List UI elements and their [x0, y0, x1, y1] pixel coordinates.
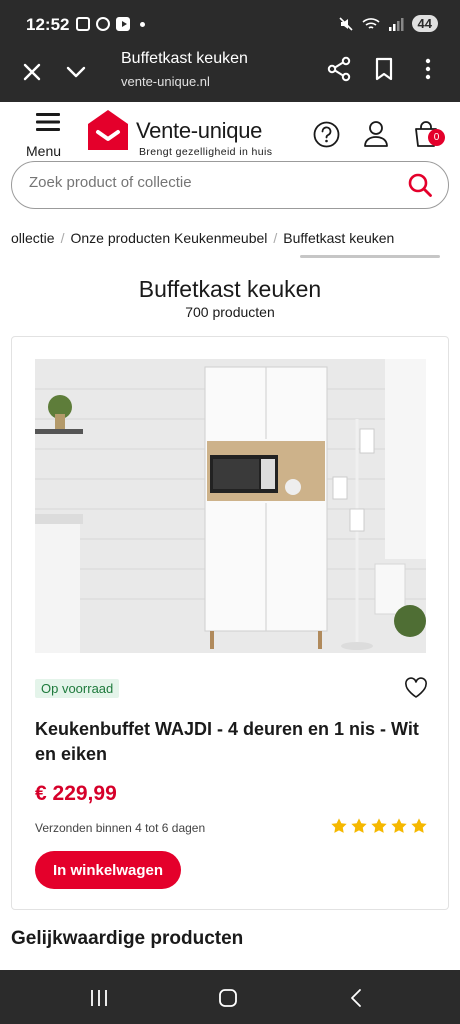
back-icon[interactable]: [349, 988, 363, 1008]
more-notifications-icon: [140, 21, 145, 27]
battery-level: 44: [411, 15, 438, 32]
share-icon[interactable]: [327, 56, 351, 82]
product-image[interactable]: [35, 359, 426, 653]
home-icon[interactable]: [218, 988, 238, 1008]
breadcrumb-separator: /: [273, 230, 278, 246]
screenshot-icon: [76, 17, 90, 31]
wifi-icon: [361, 17, 380, 29]
delivery-info: Verzonden binnen 4 tot 6 dagen: [35, 821, 206, 835]
breadcrumb-separator: /: [60, 230, 65, 246]
chevron-down-icon[interactable]: [64, 60, 88, 84]
product-card[interactable]: Op voorraad Keukenbuffet WAJDI - 4 deure…: [11, 336, 449, 910]
star-icon: [331, 818, 347, 833]
product-price: € 229,99: [35, 782, 117, 805]
star-icon: [391, 818, 407, 833]
status-bar: 12:52 44: [0, 0, 460, 50]
star-rating: [330, 817, 428, 835]
product-name[interactable]: Keukenbuffet WAJDI - 4 deuren en 1 nis -…: [35, 717, 425, 767]
breadcrumb-item[interactable]: Onze producten Keukenmeubel: [70, 230, 267, 250]
help-icon[interactable]: [313, 121, 340, 148]
menu-label: Menu: [26, 143, 62, 159]
page-title: Buffetkast keuken: [138, 276, 322, 302]
breadcrumb-scrollbar[interactable]: [300, 255, 440, 258]
star-icon: [411, 818, 427, 833]
breadcrumb-item[interactable]: ollectie: [11, 230, 55, 250]
heart-icon[interactable]: [404, 677, 428, 699]
bookmark-icon[interactable]: [373, 56, 395, 82]
whatsapp-icon: [96, 17, 110, 31]
more-options-icon[interactable]: [420, 56, 436, 82]
search-input[interactable]: [29, 174, 369, 191]
browser-page-title: Buffetkast keuken: [121, 50, 248, 67]
status-time: 12:52: [26, 15, 70, 34]
breadcrumb: ollectie / Onze producten Keukenmeubel /…: [11, 230, 460, 250]
logo-house-icon: [88, 110, 128, 150]
mute-icon: [338, 16, 353, 31]
similar-products-heading: Gelijkwaardige producten: [11, 928, 244, 949]
star-icon: [351, 818, 367, 833]
logo-name: Vente-unique: [136, 118, 263, 143]
search-bar[interactable]: [11, 161, 449, 209]
stock-badge: Op voorraad: [35, 679, 120, 698]
browser-bar: Buffetkast keuken vente-unique.nl: [0, 50, 460, 102]
cart-count-badge: 0: [428, 129, 445, 146]
signal-icon: [388, 17, 404, 31]
recent-apps-icon[interactable]: [89, 989, 109, 1007]
close-icon[interactable]: [20, 60, 44, 84]
add-to-cart-button[interactable]: In winkelwagen: [35, 851, 181, 889]
site-header: Menu Vente-unique Brengt gezelligheid in…: [0, 102, 460, 164]
system-icons: 44: [338, 15, 438, 32]
youtube-icon: [116, 17, 130, 31]
kitchen-buffet-photo: [35, 359, 426, 653]
search-icon[interactable]: [407, 172, 433, 198]
system-nav-bar: [0, 970, 460, 1024]
product-count: 700 producten: [185, 304, 275, 320]
logo-tagline: Brengt gezelligheid in huis: [139, 146, 273, 158]
notification-icons: [76, 17, 145, 31]
hamburger-icon: [36, 113, 60, 131]
menu-button[interactable]: Menu: [26, 110, 70, 159]
star-icon: [371, 818, 387, 833]
site-logo[interactable]: Vente-unique Brengt gezelligheid in huis: [86, 108, 296, 158]
breadcrumb-item-current: Buffetkast keuken: [283, 230, 395, 246]
account-icon[interactable]: [363, 120, 389, 148]
browser-url: vente-unique.nl: [121, 74, 210, 89]
